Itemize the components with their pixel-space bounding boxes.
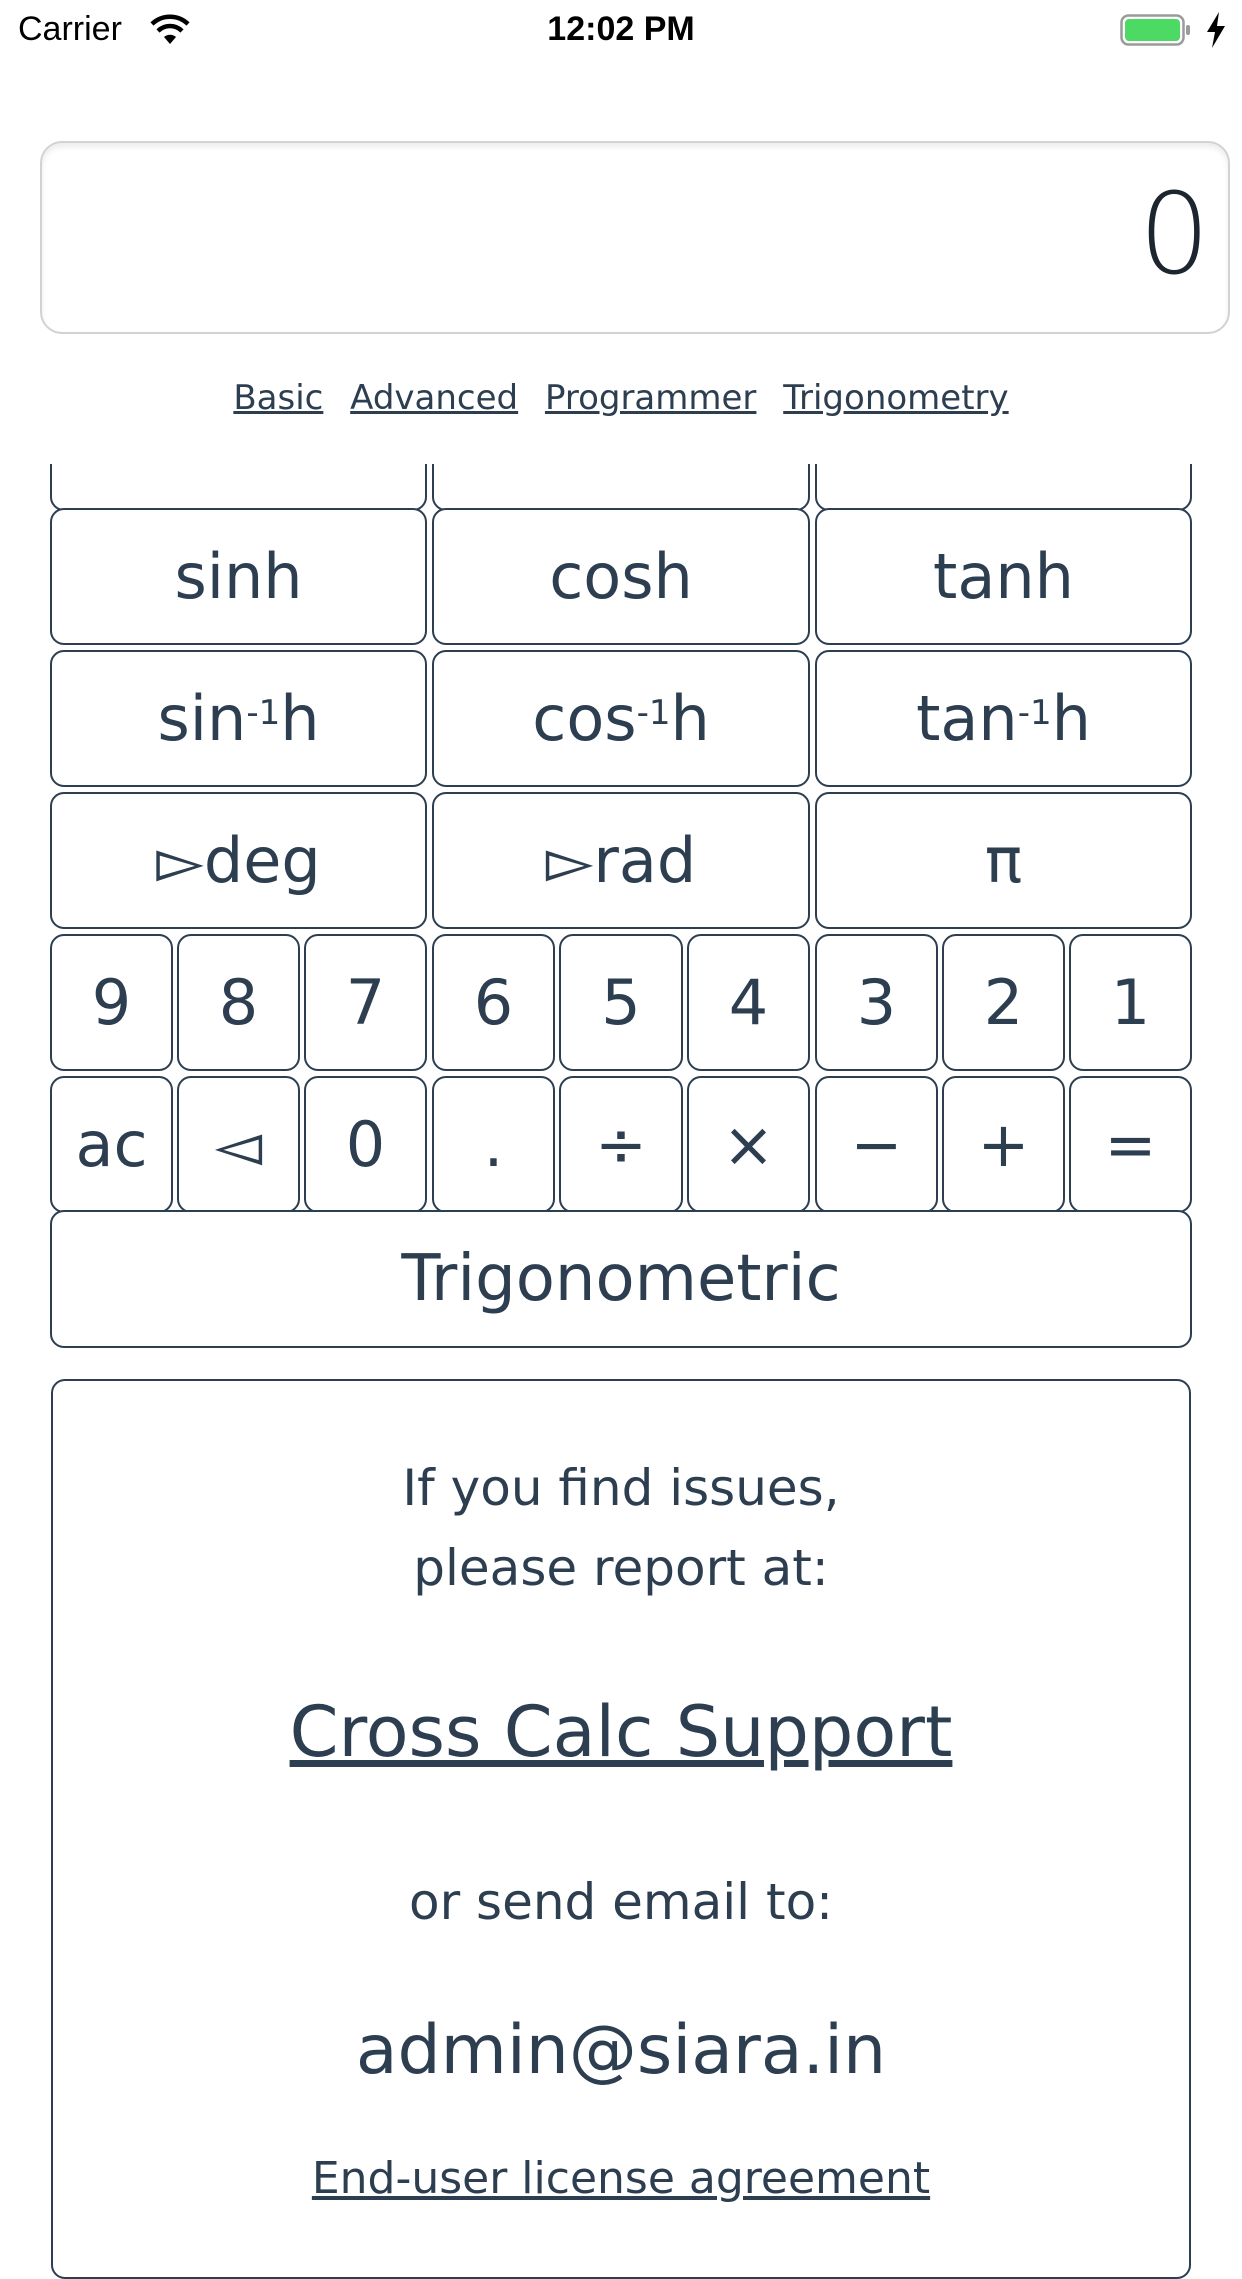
key-digit-0[interactable]: 0 <box>304 1076 427 1213</box>
calculator-display: 0 <box>40 141 1230 334</box>
mode-link-advanced[interactable]: Advanced <box>350 378 518 418</box>
key-digit-9[interactable]: 9 <box>50 934 173 1071</box>
key-sinh[interactable]: sinh <box>50 508 427 645</box>
key-subtract[interactable]: − <box>815 1076 938 1213</box>
mode-link-trigonometry[interactable]: Trigonometry <box>783 378 1008 418</box>
key-digit-8[interactable]: 8 <box>177 934 300 1071</box>
key-add[interactable]: + <box>942 1076 1065 1213</box>
send-email-text: or send email to: <box>409 1873 833 1931</box>
key-equals[interactable]: = <box>1069 1076 1192 1213</box>
key-decimal-point[interactable]: . <box>432 1076 555 1213</box>
trigonometric-toggle-button[interactable]: Trigonometric <box>50 1210 1192 1348</box>
key-atanh-exponent: -1 <box>1017 692 1052 733</box>
key-pi[interactable]: π <box>815 792 1192 929</box>
key-digit-1[interactable]: 1 <box>1069 934 1192 1071</box>
key-digit-6[interactable]: 6 <box>432 934 555 1071</box>
key-digit-4[interactable]: 4 <box>687 934 810 1071</box>
key-asinh[interactable]: sin -1 h <box>50 650 427 787</box>
key-asinh-suffix: h <box>280 682 320 755</box>
mode-selector: Basic Advanced Programmer Trigonometry <box>0 378 1242 418</box>
charging-bolt-icon <box>1207 12 1225 48</box>
battery-icon <box>1120 14 1190 46</box>
key-acosh-exponent: -1 <box>636 692 671 733</box>
report-at-text: please report at: <box>413 1539 829 1597</box>
key-acosh[interactable]: cos -1 h <box>432 650 810 787</box>
key-all-clear[interactable]: ac <box>50 1076 173 1213</box>
key-backspace[interactable]: ◅ <box>177 1076 300 1213</box>
key-asinh-exponent: -1 <box>246 692 281 733</box>
key-digit-5[interactable]: 5 <box>559 934 683 1071</box>
clock: 12:02 PM <box>547 10 695 48</box>
key-multiply[interactable]: × <box>687 1076 810 1213</box>
display-value: 0 <box>1138 170 1210 300</box>
key-atanh-base: tan <box>916 682 1018 755</box>
keypad: sinh cosh tanh sin -1 h cos -1 h tan -1 h ▻deg… <box>50 464 1192 1350</box>
eula-link[interactable]: End-user license agreement <box>53 2153 1189 2204</box>
key-atanh[interactable]: tan -1 h <box>815 650 1192 787</box>
status-bar: Carrier 12:02 PM <box>0 0 1242 62</box>
key-digit-2[interactable]: 2 <box>942 934 1065 1071</box>
key-to-degrees[interactable]: ▻deg <box>50 792 427 929</box>
mode-link-programmer[interactable]: Programmer <box>545 378 756 418</box>
key-asinh-base: sin <box>157 682 247 755</box>
key-partial-1[interactable] <box>50 464 427 511</box>
key-acosh-base: cos <box>532 682 637 755</box>
key-partial-3[interactable] <box>815 464 1192 511</box>
issues-text: If you find issues, <box>402 1459 840 1517</box>
mode-link-basic[interactable]: Basic <box>233 378 323 418</box>
support-info-panel: If you find issues, please report at: Cr… <box>51 1379 1191 2279</box>
key-cosh[interactable]: cosh <box>432 508 810 645</box>
key-tanh[interactable]: tanh <box>815 508 1192 645</box>
key-to-radians[interactable]: ▻rad <box>432 792 810 929</box>
support-link[interactable]: Cross Calc Support <box>53 1691 1189 1773</box>
key-acosh-suffix: h <box>670 682 710 755</box>
key-divide[interactable]: ÷ <box>559 1076 683 1213</box>
support-email[interactable]: admin@siara.in <box>53 2011 1189 2090</box>
key-digit-3[interactable]: 3 <box>815 934 938 1071</box>
key-atanh-suffix: h <box>1051 682 1091 755</box>
key-partial-2[interactable] <box>432 464 810 511</box>
key-digit-7[interactable]: 7 <box>304 934 427 1071</box>
